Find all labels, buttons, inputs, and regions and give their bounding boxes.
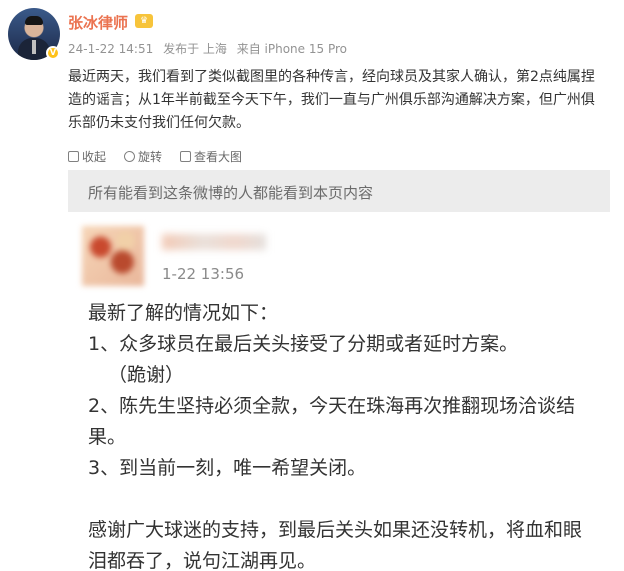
- visibility-banner: 所有能看到这条微博的人都能看到本页内容: [68, 170, 610, 212]
- rotate-icon: [124, 151, 136, 162]
- view-large-icon: [180, 151, 192, 162]
- shared-line: 感谢广大球迷的支持，到最后关头如果还没转机，将血和眼泪都吞了，说句江湖再见。: [88, 519, 583, 571]
- rotate-button[interactable]: 旋转: [124, 148, 162, 165]
- verified-badge-icon: V: [46, 46, 60, 60]
- collapse-label: 收起: [82, 150, 107, 164]
- image-actions: 收起 旋转 查看大图: [68, 148, 242, 165]
- member-crown-icon: ♛: [135, 14, 153, 28]
- shared-line: （跪谢）: [108, 364, 185, 386]
- shared-post-card: 1-22 13:56 最新了解的情况如下： 1、众多球员在最后关头接受了分期或者…: [68, 212, 610, 571]
- post-timestamp[interactable]: 24-1-22 14:51: [68, 42, 153, 56]
- blurred-avatar: [82, 226, 144, 286]
- post-device: 来自 iPhone 15 Pro: [236, 42, 347, 56]
- shared-line: 2、陈先生坚持必须全款，今天在珠海再次推翻现场洽谈结果。: [88, 395, 576, 448]
- rotate-label: 旋转: [138, 150, 163, 164]
- avatar-tie: [32, 40, 36, 54]
- shared-post-text: 最新了解的情况如下： 1、众多球员在最后关头接受了分期或者延时方案。 （跪谢） …: [88, 298, 600, 571]
- shared-line: 1、众多球员在最后关头接受了分期或者延时方案。: [88, 333, 519, 355]
- view-large-button[interactable]: 查看大图: [180, 148, 242, 165]
- username[interactable]: 张冰律师: [68, 12, 128, 33]
- collapse-button[interactable]: 收起: [68, 148, 106, 165]
- post-text: 最近两天，我们看到了类似截图里的各种传言，经向球员及其家人确认，第2点纯属捏造的…: [68, 69, 595, 131]
- shared-line: 最新了解的情况如下：: [88, 302, 279, 324]
- avatar-hair: [25, 16, 43, 25]
- shared-line: 3、到当前一刻，唯一希望关闭。: [88, 457, 367, 479]
- blurred-username: [162, 234, 266, 250]
- collapse-icon: [68, 151, 79, 162]
- post-location: 发布于 上海: [163, 42, 227, 56]
- post-meta: 24-1-22 14:51 发布于 上海 来自 iPhone 15 Pro: [68, 40, 353, 57]
- view-large-label: 查看大图: [194, 150, 243, 164]
- shared-post-date: 1-22 13:56: [162, 265, 245, 283]
- shared-image[interactable]: 所有能看到这条微博的人都能看到本页内容 1-22 13:56 最新了解的情况如下…: [68, 170, 610, 571]
